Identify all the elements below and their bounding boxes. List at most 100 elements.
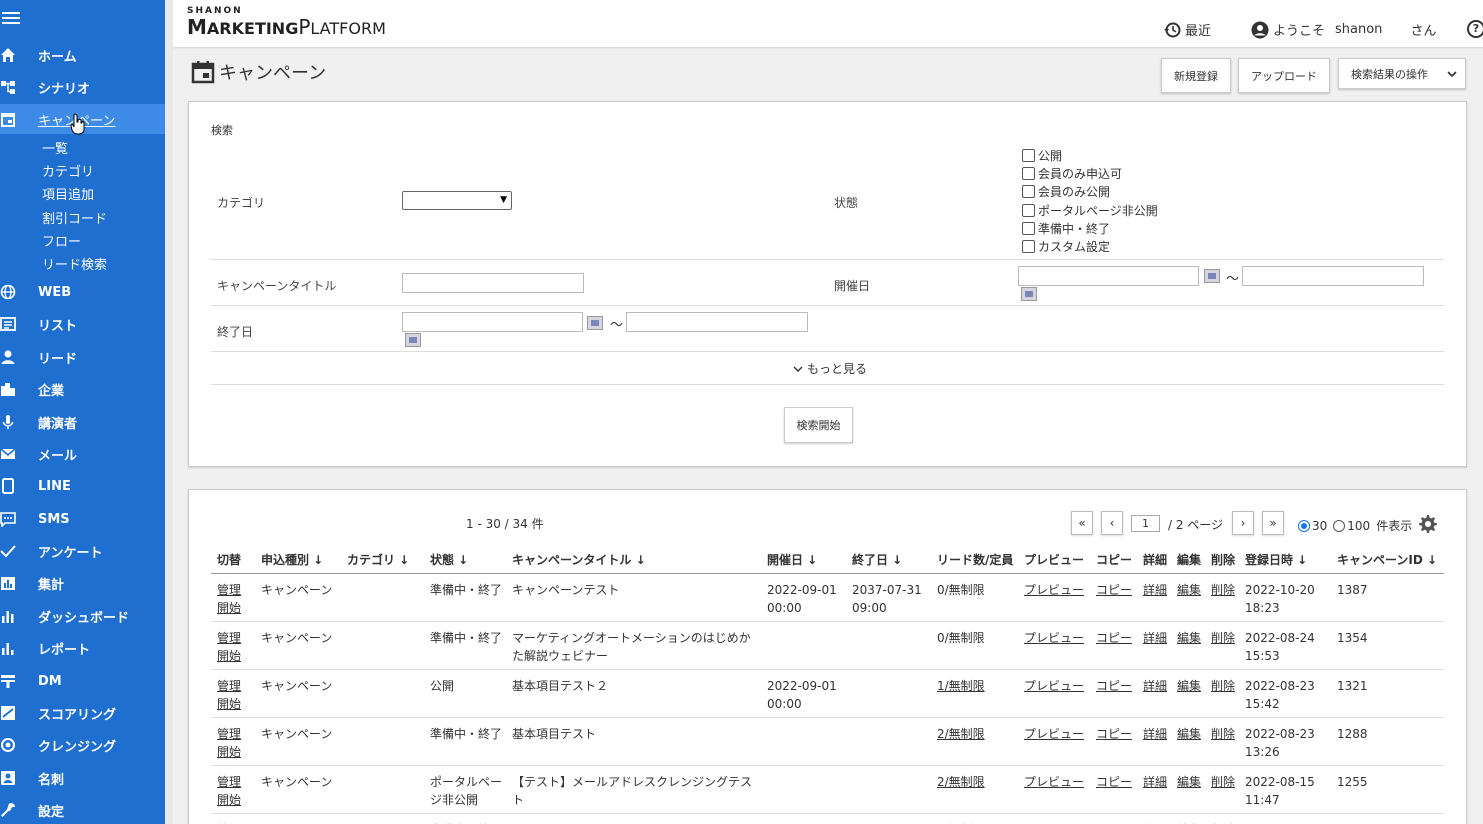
sidebar-subitem[interactable]: 一覧	[42, 138, 68, 157]
new-register-button[interactable]: 新規登録	[1161, 58, 1231, 93]
category-select[interactable]: ▼	[402, 191, 512, 210]
edit-link[interactable]: 編集	[1177, 583, 1201, 597]
sidebar-item[interactable]: LINE	[0, 471, 165, 501]
end-date-from-input[interactable]	[402, 312, 583, 332]
delete-link[interactable]: 削除	[1211, 775, 1235, 789]
copy-link[interactable]: コピー	[1096, 727, 1132, 741]
sidebar-subitem[interactable]: リード検索	[42, 254, 107, 273]
campaign-title-input[interactable]	[402, 273, 584, 293]
status-checkbox[interactable]: 準備中・終了	[1022, 220, 1110, 237]
detail-link[interactable]: 詳細	[1143, 775, 1167, 789]
event-date-from-input[interactable]	[1018, 266, 1199, 286]
preview-link[interactable]: プレビュー	[1024, 583, 1084, 597]
detail-link[interactable]: 詳細	[1143, 727, 1167, 741]
start-link[interactable]: 開始	[217, 601, 241, 615]
status-checkbox[interactable]: カスタム設定	[1022, 238, 1110, 255]
next-page-button[interactable]: ›	[1232, 511, 1254, 535]
start-link[interactable]: 開始	[217, 697, 241, 711]
manage-link[interactable]: 管理	[217, 583, 241, 597]
status-checkbox[interactable]: ポータルページ非公開	[1022, 202, 1158, 219]
sidebar-subitem[interactable]: カテゴリ	[42, 161, 94, 180]
sidebar-item[interactable]: メール	[0, 439, 165, 469]
user-menu[interactable]: ようこそ shanon さん	[1251, 20, 1436, 39]
preview-link[interactable]: プレビュー	[1024, 631, 1084, 645]
sidebar-item[interactable]: 設定	[0, 795, 165, 824]
manage-link[interactable]: 管理	[217, 679, 241, 693]
status-checkbox[interactable]: 会員のみ申込可	[1022, 165, 1122, 182]
sidebar-item[interactable]: リスト	[0, 309, 165, 339]
sidebar-item[interactable]: ダッシュボード	[0, 601, 165, 631]
sidebar-item[interactable]: 講演者	[0, 407, 165, 437]
prev-page-button[interactable]: ‹	[1101, 511, 1123, 535]
search-start-button[interactable]: 検索開始	[784, 407, 853, 443]
sidebar-subitem[interactable]: 割引コード	[42, 208, 107, 227]
sidebar-item[interactable]: クレンジング	[0, 730, 165, 760]
start-link[interactable]: 開始	[217, 793, 241, 807]
sidebar-item[interactable]: 集計	[0, 568, 165, 598]
logo[interactable]: SHANON MARKETINGPLATFORM	[187, 6, 386, 40]
delete-link[interactable]: 削除	[1211, 727, 1235, 741]
edit-link[interactable]: 編集	[1177, 679, 1201, 693]
sidebar-subitem[interactable]: 項目追加	[42, 184, 94, 203]
calendar-picker-icon[interactable]	[1021, 287, 1037, 301]
sidebar-item[interactable]: 名刺	[0, 763, 165, 793]
column-header[interactable]: 開催日 ↓	[761, 546, 846, 574]
help-icon[interactable]: ?	[1467, 20, 1483, 38]
last-page-button[interactable]: »	[1262, 511, 1284, 535]
manage-link[interactable]: 管理	[217, 631, 241, 645]
end-date-to-input[interactable]	[626, 312, 808, 332]
sidebar-item[interactable]: ホーム	[0, 40, 165, 70]
checkbox-box[interactable]	[1022, 203, 1035, 217]
sidebar-item[interactable]: シナリオ	[0, 72, 165, 102]
sidebar-item[interactable]: DM	[0, 666, 165, 696]
lead-count-link[interactable]: 2/無制限	[937, 775, 985, 789]
bulk-action-select[interactable]: 検索結果の操作	[1338, 58, 1466, 89]
column-header[interactable]: 状態 ↓	[424, 546, 506, 574]
copy-link[interactable]: コピー	[1096, 679, 1132, 693]
delete-link[interactable]: 削除	[1211, 583, 1235, 597]
checkbox-box[interactable]	[1022, 221, 1035, 235]
calendar-picker-icon[interactable]	[1204, 269, 1220, 283]
edit-link[interactable]: 編集	[1177, 631, 1201, 645]
status-checkbox[interactable]: 会員のみ公開	[1022, 183, 1110, 200]
edit-link[interactable]: 編集	[1177, 775, 1201, 789]
column-header[interactable]: 終了日 ↓	[846, 546, 931, 574]
sidebar-item[interactable]: リード	[0, 342, 165, 372]
sidebar-item[interactable]: SMS	[0, 504, 165, 534]
detail-link[interactable]: 詳細	[1143, 583, 1167, 597]
column-header[interactable]: 申込種別 ↓	[255, 546, 341, 574]
start-link[interactable]: 開始	[217, 649, 241, 663]
show-more-toggle[interactable]: もっと見る	[793, 360, 867, 377]
calendar-picker-icon[interactable]	[587, 316, 603, 330]
per-page-30-radio[interactable]	[1298, 519, 1310, 532]
start-link[interactable]: 開始	[217, 745, 241, 759]
edit-link[interactable]: 編集	[1177, 727, 1201, 741]
sidebar-item[interactable]: スコアリング	[0, 698, 165, 728]
lead-count-link[interactable]: 2/無制限	[937, 727, 985, 741]
detail-link[interactable]: 詳細	[1143, 631, 1167, 645]
checkbox-box[interactable]	[1022, 167, 1035, 181]
sidebar-item[interactable]: レポート	[0, 633, 165, 663]
preview-link[interactable]: プレビュー	[1024, 775, 1084, 789]
status-checkbox[interactable]: 公開	[1022, 147, 1062, 164]
preview-link[interactable]: プレビュー	[1024, 727, 1084, 741]
manage-link[interactable]: 管理	[217, 727, 241, 741]
manage-link[interactable]: 管理	[217, 775, 241, 789]
lead-count-link[interactable]: 1/無制限	[937, 679, 985, 693]
copy-link[interactable]: コピー	[1096, 775, 1132, 789]
per-page-100-radio[interactable]	[1333, 519, 1346, 532]
page-number-input[interactable]: 1	[1131, 515, 1160, 532]
checkbox-box[interactable]	[1022, 240, 1035, 253]
gear-icon[interactable]	[1418, 514, 1438, 534]
column-header[interactable]: キャンペーンタイトル ↓	[506, 546, 761, 574]
event-date-to-input[interactable]	[1242, 266, 1424, 286]
first-page-button[interactable]: «	[1071, 511, 1093, 535]
delete-link[interactable]: 削除	[1211, 631, 1235, 645]
copy-link[interactable]: コピー	[1096, 631, 1132, 645]
preview-link[interactable]: プレビュー	[1024, 679, 1084, 693]
copy-link[interactable]: コピー	[1096, 583, 1132, 597]
sidebar-subitem[interactable]: フロー	[42, 231, 81, 250]
checkbox-box[interactable]	[1022, 185, 1035, 199]
checkbox-box[interactable]	[1022, 149, 1035, 162]
column-header[interactable]: 登録日時 ↓	[1239, 546, 1331, 574]
